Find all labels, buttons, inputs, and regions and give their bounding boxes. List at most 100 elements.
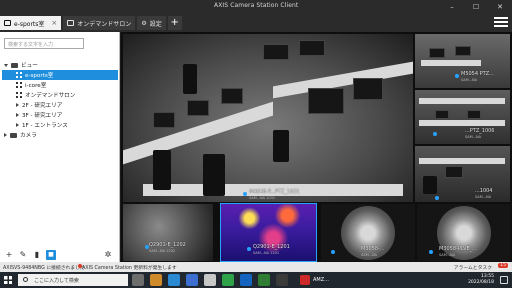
status-bar: AXISVS-9484NBG に接続されました AXIS Camera Stat… — [0, 262, 512, 272]
video-grid: M4048-P...PTZ_1031 SAM...NA 1031 M5054 P… — [121, 32, 512, 262]
camera-name: Q2901-E_1201 — [253, 244, 290, 250]
camera-subtitle: SAM...NA 1201 — [253, 251, 280, 255]
camera-tile-right-bottom[interactable]: ...1004 SAM...NA — [415, 146, 510, 202]
camera-name: M3058-PLVE_... — [439, 246, 477, 252]
tree-item-icore[interactable]: i-core室 — [2, 80, 118, 90]
tab-strip: e-sports室 × オンデマンドサロン ⚙ 設定 + — [0, 15, 182, 32]
chevron-right-icon[interactable] — [16, 113, 19, 117]
tree-node-views[interactable]: ビュー — [2, 60, 118, 70]
alarms-tasks-link[interactable]: アラームとタスク — [454, 264, 492, 271]
close-tab-icon[interactable]: × — [51, 19, 57, 27]
camera-name: M4048-P...PTZ_1031 — [249, 189, 300, 195]
status-dot-icon — [243, 192, 247, 196]
edge-icon[interactable] — [168, 274, 180, 286]
camera-tile-bottom-thermal[interactable]: Q2901-E_1201 SAM...NA 1201 — [220, 203, 317, 262]
view-grid-icon — [16, 72, 22, 78]
camera-tile-right-mid[interactable]: ...PTZ_1006 SAM...NA — [415, 90, 510, 144]
sidebar-toolbar: + ✎ ▮ ■ ✲ — [0, 248, 119, 262]
add-button[interactable]: + — [4, 250, 14, 260]
tree-label: オンデマンドサロン — [25, 93, 76, 99]
delete-button[interactable]: ▮ — [32, 250, 42, 260]
camera-name: Q2901-E_1202 — [149, 242, 186, 248]
status-dot-icon — [455, 74, 459, 78]
lock-button[interactable]: ■ — [46, 250, 56, 260]
status-dot-icon — [435, 196, 439, 200]
status-dot-icon — [331, 250, 335, 254]
camera-tile-main[interactable]: M4048-P...PTZ_1031 SAM...NA 1031 — [123, 34, 413, 202]
tab-ondemand-salon[interactable]: オンデマンドサロン — [63, 16, 136, 30]
tree-label: 1F - エントランス — [22, 123, 68, 129]
status-dot-icon — [429, 250, 433, 254]
windows-start-icon[interactable] — [4, 276, 12, 284]
settings-icon[interactable]: ✲ — [103, 250, 113, 260]
camera-tile-bottom-fisheye-1[interactable]: M3058-... SAM...NA — [321, 204, 415, 261]
tree-item-esports[interactable]: e-sports室 — [2, 70, 118, 80]
explorer-icon[interactable] — [150, 274, 162, 286]
tab-label: 設定 — [149, 20, 162, 28]
pinned-apps — [132, 274, 288, 286]
clock-date: 2022/08/18 — [468, 280, 494, 285]
window-controls: – ☐ ✕ — [440, 0, 512, 14]
edit-button[interactable]: ✎ — [18, 250, 28, 260]
alarm-count-badge: 15 — [498, 263, 508, 268]
amz-app-icon — [300, 275, 310, 285]
chevron-right-icon[interactable] — [16, 103, 19, 107]
tree-label: i-core室 — [25, 83, 47, 89]
camera-name: M3058-... — [361, 246, 385, 252]
monitor-icon — [67, 20, 75, 26]
new-tab-button[interactable]: + — [167, 16, 182, 30]
tree-node-cameras[interactable]: カメラ — [2, 130, 118, 140]
menu-icon[interactable] — [494, 15, 508, 27]
close-button[interactable]: ✕ — [488, 0, 512, 14]
app-icon[interactable] — [222, 274, 234, 286]
connection-status: AXISVS-9484NBG に接続されました — [3, 266, 85, 271]
camera-name: ...1004 — [475, 188, 493, 194]
task-view-icon[interactable] — [132, 274, 144, 286]
camera-name: ...PTZ_1006 — [465, 128, 495, 134]
taskbar: ここに入力して検索 AMZ... 13:55 2022/08/18 — [0, 272, 512, 288]
app-icon[interactable] — [204, 274, 216, 286]
camera-subtitle: SAM...NA — [475, 195, 492, 199]
camera-tile-bottom-fisheye-2[interactable]: M3058-PLVE_... SAM...NA — [417, 204, 510, 261]
camera-subtitle: SAM...NA 1202 — [149, 249, 176, 253]
title-bar: AXIS Camera Station Client – ☐ ✕ e-sport… — [0, 0, 512, 32]
status-dot-icon — [247, 247, 251, 251]
taskbar-search-input[interactable]: ここに入力して検索 — [18, 274, 128, 286]
tree-item-3f-research[interactable]: 3F - 研究エリア — [2, 110, 118, 120]
tree-label: カメラ — [20, 133, 37, 139]
tree-label: 3F - 研究エリア — [22, 113, 63, 119]
tab-settings[interactable]: ⚙ 設定 — [137, 16, 166, 30]
camera-tile-bottom-1[interactable]: Q2901-E_1202 SAM...NA 1202 — [123, 204, 213, 261]
search-input[interactable]: 検索する文字を入力 — [4, 38, 84, 49]
tree-label: ビュー — [21, 63, 38, 69]
tree-item-1f-entrance[interactable]: 1F - エントランス — [2, 120, 118, 130]
word-icon[interactable] — [240, 274, 252, 286]
tree-label: 2F - 研究エリア — [22, 103, 63, 109]
system-clock[interactable]: 13:55 2022/08/18 — [468, 274, 494, 286]
camera-subtitle: SAM...NA — [461, 78, 478, 82]
camera-subtitle: SAM...NA 1031 — [249, 196, 276, 200]
taskbar-amz-app[interactable]: AMZ... — [300, 274, 342, 286]
store-icon[interactable] — [186, 274, 198, 286]
minimize-button[interactable]: – — [440, 0, 464, 14]
chevron-right-icon[interactable] — [16, 123, 19, 127]
amz-label: AMZ... — [313, 277, 329, 283]
camera-tile-right-top[interactable]: M5054 PTZ... SAM...NA — [415, 34, 510, 88]
chevron-right-icon[interactable] — [4, 133, 7, 137]
maximize-button[interactable]: ☐ — [464, 0, 488, 14]
chevron-down-icon[interactable] — [4, 63, 8, 67]
tab-esports[interactable]: e-sports室 × — [0, 16, 62, 30]
tree-item-ondemand-salon[interactable]: オンデマンドサロン — [2, 90, 118, 100]
view-grid-icon — [16, 92, 22, 98]
tree-item-2f-research[interactable]: 2F - 研究エリア — [2, 100, 118, 110]
camera-station-icon[interactable] — [276, 274, 288, 286]
excel-icon[interactable] — [258, 274, 270, 286]
monitor-icon — [4, 20, 11, 26]
view-grid-icon — [16, 82, 22, 88]
status-message[interactable]: AXIS Camera Station 更新料が発生します — [82, 264, 177, 271]
tab-label: オンデマンドサロン — [77, 20, 132, 28]
gear-icon: ⚙ — [141, 19, 147, 27]
notification-icon[interactable] — [500, 276, 508, 284]
sidebar: 検索する文字を入力 ビュー e-sports室 i-core室 オンデマンドサロ… — [0, 32, 120, 262]
camera-subtitle: SAM...NA — [465, 135, 482, 139]
